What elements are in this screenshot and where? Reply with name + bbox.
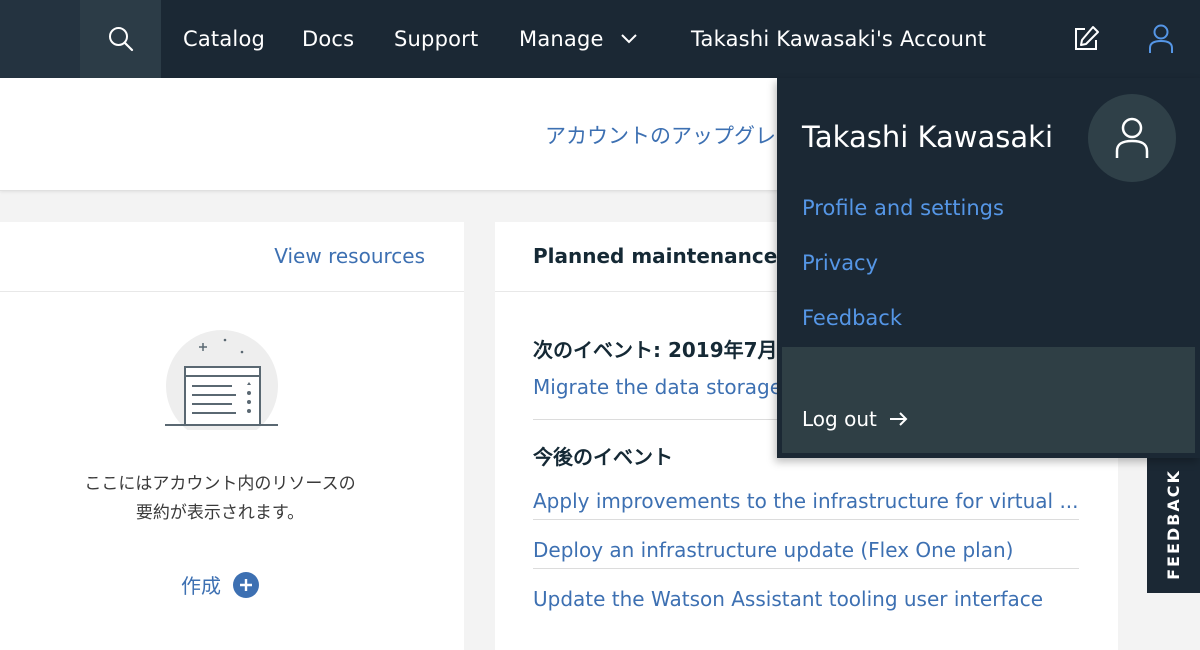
nav-catalog[interactable]: Catalog	[183, 0, 265, 78]
logout-section: Log out	[782, 347, 1195, 453]
create-resource-button[interactable]: 作成	[181, 570, 259, 599]
upcoming-events-label: 今後のイベント	[533, 445, 673, 469]
logout-label: Log out	[802, 407, 877, 431]
search-icon	[108, 27, 133, 52]
top-nav: Catalog Docs Support Manage Takashi Kawa…	[0, 0, 1200, 78]
divider	[533, 568, 1079, 569]
nav-manage[interactable]: Manage	[519, 0, 604, 78]
user-icon	[1149, 24, 1173, 53]
plus-icon	[233, 571, 259, 598]
feedback-tab[interactable]: FEEDBACK	[1147, 455, 1200, 593]
feedback-tab-label: FEEDBACK	[1164, 468, 1184, 580]
create-label: 作成	[181, 574, 221, 598]
next-event-label: 次のイベント: 2019年7月	[533, 338, 778, 362]
edit-button[interactable]	[1066, 0, 1106, 78]
resource-list-icon	[165, 330, 278, 442]
nav-account[interactable]: Takashi Kawasaki's Account	[691, 0, 986, 78]
feedback-link[interactable]: Feedback	[802, 306, 902, 330]
empty-resources-message: ここにはアカウント内のリソースの 要約が表示されます。	[0, 470, 440, 528]
upcoming-event-link[interactable]: Apply improvements to the infrastructure…	[533, 489, 1079, 513]
edit-icon	[1075, 26, 1099, 50]
nav-docs[interactable]: Docs	[302, 0, 354, 78]
profile-dropdown: Takashi Kawasaki Profile and settings Pr…	[777, 78, 1200, 458]
upcoming-event-link[interactable]: Update the Watson Assistant tooling user…	[533, 587, 1043, 611]
empty-resources-illustration	[165, 330, 280, 442]
resources-card-header: View resources	[0, 222, 464, 292]
chevron-down-icon	[621, 34, 637, 44]
arrow-right-icon	[889, 412, 908, 426]
next-event-link[interactable]: Migrate the data storage	[533, 375, 782, 399]
avatar	[1088, 94, 1176, 182]
user-icon	[1115, 117, 1149, 158]
upcoming-event-link[interactable]: Deploy an infrastructure update (Flex On…	[533, 538, 1013, 562]
privacy-link[interactable]: Privacy	[802, 251, 878, 275]
divider	[533, 519, 1079, 520]
upgrade-account-link[interactable]: アカウントのアップグレ	[545, 120, 776, 150]
profile-settings-link[interactable]: Profile and settings	[802, 196, 1004, 220]
logout-button[interactable]: Log out	[802, 407, 909, 431]
profile-name: Takashi Kawasaki	[802, 120, 1054, 154]
search-button[interactable]	[80, 0, 161, 78]
empty-resources-line-2: 要約が表示されます。	[135, 503, 305, 523]
manage-dropdown-toggle[interactable]	[618, 0, 640, 78]
view-resources-link[interactable]: View resources	[274, 244, 425, 268]
nav-support[interactable]: Support	[394, 0, 478, 78]
maintenance-title: Planned maintenance	[533, 244, 778, 268]
empty-resources-line-1: ここにはアカウント内のリソースの	[84, 474, 356, 494]
nav-left-strip	[0, 0, 80, 78]
user-menu-button[interactable]	[1140, 0, 1182, 78]
